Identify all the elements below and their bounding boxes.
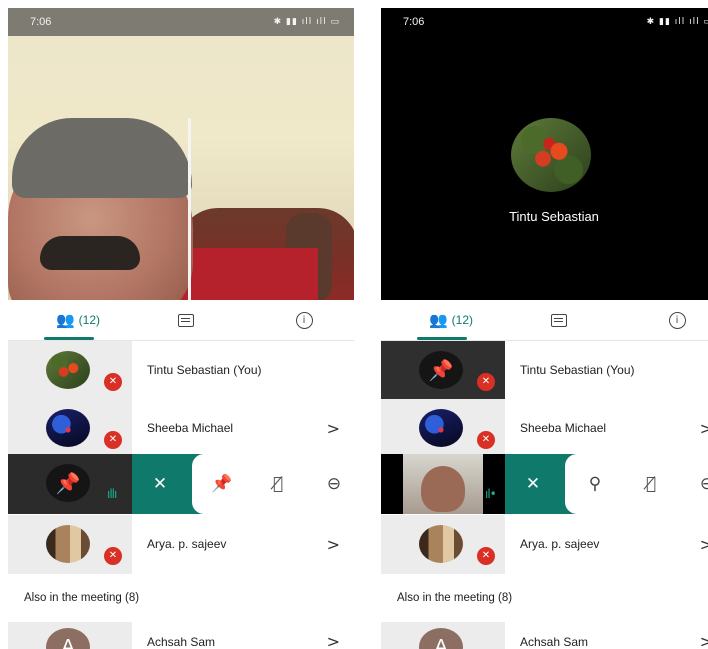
participant-name: Sheeba Michael [520, 421, 607, 435]
participant-row[interactable]: A Achsah Sam > [381, 622, 708, 649]
status-icons: ✱ ▮▮ ıll ıll ▭ [646, 17, 708, 27]
pin-icon: 📌 [55, 471, 81, 495]
avatar [46, 409, 90, 447]
muted-mic-icon: ✕ [104, 431, 122, 449]
avatar [419, 409, 463, 447]
participant-row[interactable]: ✕ Sheeba Michael > [381, 399, 708, 458]
meeting-screen-left: 7:06 ✱ ▮▮ ıll ıll ▭ 👥 (12) i ✕ Tintu Seb… [8, 8, 354, 649]
participant-row[interactable]: ✕ Arya. p. sajeev > [381, 515, 708, 574]
chat-icon [551, 313, 567, 327]
participant-row[interactable]: A Achsah Sam > [8, 622, 354, 649]
speaking-indicator-icon: ıl• [485, 487, 497, 501]
status-icons: ✱ ▮▮ ıll ıll ▭ [273, 17, 340, 27]
info-icon: i [295, 311, 313, 329]
participant-row[interactable]: ✕ Tintu Sebastian (You) [8, 341, 354, 400]
status-bar: 7:06 ✱ ▮▮ ıll ıll ▭ [381, 8, 708, 36]
participant-name: Tintu Sebastian (You) [147, 363, 262, 377]
self-video-feed [8, 8, 354, 300]
tab-chat[interactable] [539, 300, 579, 340]
participant-name: Sheeba Michael [147, 421, 234, 435]
participant-row[interactable]: ✕ Arya. p. sajeev > [8, 515, 354, 574]
participant-video-tile: ıl• [381, 454, 505, 514]
participant-row[interactable]: ✕ Sheeba Michael > [8, 399, 354, 458]
section-heading: Also in the meeting (8) [24, 592, 140, 604]
people-count: (12) [78, 313, 101, 327]
avatar [419, 525, 463, 563]
people-icon: 👥 [428, 311, 448, 329]
remove-participant-button[interactable]: ⊖ [687, 454, 708, 514]
tab-people[interactable]: 👥 (12) [401, 300, 501, 340]
chevron-right-icon[interactable]: > [700, 622, 708, 649]
participant-name: Arya. p. sajeev [147, 537, 227, 551]
speaker-avatar [511, 118, 591, 192]
participant-name: Tintu Sebastian (You) [520, 363, 635, 377]
chevron-right-icon[interactable]: > [700, 399, 708, 458]
chevron-right-icon[interactable]: > [700, 515, 708, 574]
section-heading: Also in the meeting (8) [397, 592, 513, 604]
speaking-indicator-icon: ıllı [107, 487, 117, 501]
tab-chat[interactable] [166, 300, 206, 340]
info-icon: i [668, 311, 686, 329]
mute-participant-button[interactable]: 🎙̸ [258, 454, 298, 514]
tab-people[interactable]: 👥 (12) [28, 300, 128, 340]
avatar: 📌 [419, 351, 463, 389]
muted-mic-icon: ✕ [104, 547, 122, 565]
tab-bar: 👥 (12) i [8, 300, 354, 341]
participant-controls: ıl• ✕ ⚲ 🎙̸ ⊖ [381, 454, 708, 514]
participant-name: Arya. p. sajeev [520, 537, 600, 551]
chevron-right-icon[interactable]: > [327, 622, 340, 649]
avatar [46, 525, 90, 563]
earphone-wire [188, 118, 191, 300]
speaker-name: Tintu Sebastian [509, 209, 599, 224]
close-icon[interactable]: ✕ [140, 454, 180, 514]
chevron-right-icon[interactable]: > [327, 399, 340, 458]
meeting-screen-right: Tintu Sebastian 7:06 ✱ ▮▮ ıll ıll ▭ 👥 (1… [381, 8, 708, 649]
remove-participant-button[interactable]: ⊖ [314, 454, 354, 514]
pin-button[interactable]: ⚲ [575, 454, 615, 514]
active-tab-indicator [44, 337, 94, 340]
participant-row[interactable]: 📌 ✕ Tintu Sebastian (You) [381, 341, 708, 400]
participant-face [8, 118, 210, 300]
pin-icon: 📌 [428, 358, 454, 382]
participant-name: Achsah Sam [147, 635, 216, 649]
tab-info[interactable]: i [284, 300, 324, 340]
avatar [46, 351, 90, 389]
chat-icon [178, 313, 194, 327]
participant-video-thumbnail [403, 454, 483, 514]
chevron-right-icon[interactable]: > [327, 515, 340, 574]
active-tab-indicator [417, 337, 467, 340]
muted-mic-icon: ✕ [104, 373, 122, 391]
muted-mic-icon: ✕ [477, 547, 495, 565]
people-icon: 👥 [55, 311, 75, 329]
status-bar: 7:06 ✱ ▮▮ ıll ıll ▭ [8, 8, 354, 36]
participant-controls: 📌 ıllı ✕ 📌 🎙̸ ⊖ [8, 454, 354, 514]
tab-bar: 👥 (12) i [381, 300, 708, 341]
tab-info[interactable]: i [657, 300, 697, 340]
status-time: 7:06 [30, 16, 52, 28]
mute-participant-button[interactable]: 🎙̸ [631, 454, 671, 514]
pin-button[interactable]: 📌 [202, 454, 242, 514]
close-icon[interactable]: ✕ [513, 454, 553, 514]
status-time: 7:06 [403, 16, 425, 28]
pinned-participant-tile: 📌 ıllı [8, 454, 132, 514]
participant-name: Achsah Sam [520, 635, 589, 649]
muted-mic-icon: ✕ [477, 373, 495, 391]
people-count: (12) [451, 313, 474, 327]
speaker-view: Tintu Sebastian [381, 8, 708, 300]
muted-mic-icon: ✕ [477, 431, 495, 449]
